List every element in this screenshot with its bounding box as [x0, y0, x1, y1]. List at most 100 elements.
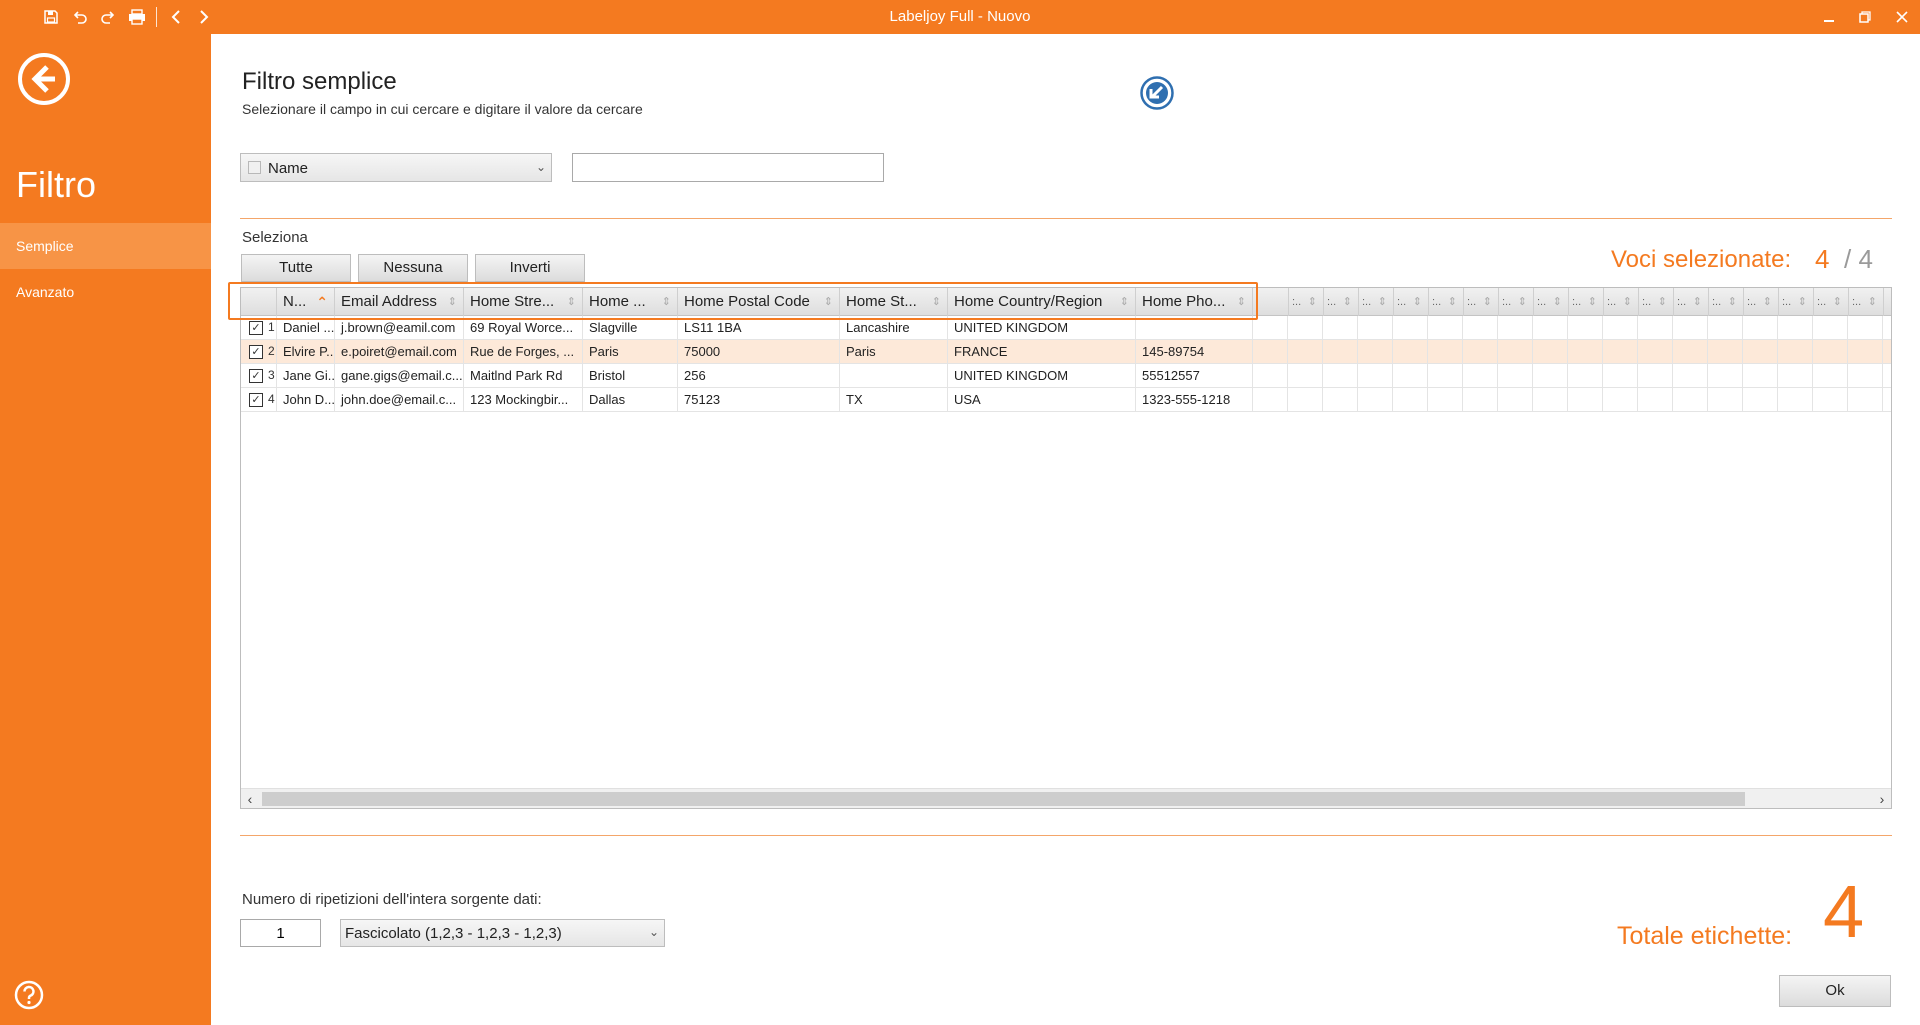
- sidebar-item-semplice[interactable]: Semplice: [0, 223, 211, 269]
- row-select-cell[interactable]: ✓ 1: [241, 316, 277, 340]
- table-row[interactable]: ✓ 1 Daniel ... j.brown@eamil.com 69 Royal…: [241, 316, 1891, 340]
- title-bar: Labeljoy Full - Nuovo: [0, 0, 1920, 34]
- cell-extra: [1638, 364, 1673, 388]
- minimize-icon[interactable]: [1818, 6, 1840, 28]
- column-header-home-phone[interactable]: Home Pho... ⇕: [1136, 288, 1253, 316]
- column-header-extra[interactable]: :.. ⇕: [1779, 288, 1814, 316]
- undo-icon[interactable]: [69, 6, 91, 28]
- repetitions-label: Numero di ripetizioni dell'intera sorgen…: [242, 891, 542, 908]
- cell-extra: [1708, 364, 1743, 388]
- cell-extra: [1533, 388, 1568, 412]
- column-header-label: Home St...: [846, 293, 917, 310]
- row-select-cell[interactable]: ✓ 2: [241, 340, 277, 364]
- cell-extra: [1848, 364, 1883, 388]
- field-select[interactable]: Name ⌄: [240, 153, 552, 182]
- column-header-extra[interactable]: :.. ⇕: [1429, 288, 1464, 316]
- column-header-extra[interactable]: :.. ⇕: [1464, 288, 1499, 316]
- cell-extra: [1568, 364, 1603, 388]
- cell-home-phone: 145-89754: [1136, 340, 1253, 364]
- select-all-button[interactable]: Tutte: [241, 254, 351, 282]
- sort-icon: ⇕: [1377, 296, 1387, 308]
- cell-home-street: 123 Mockingbir...: [464, 388, 583, 412]
- column-header-extra[interactable]: :.. ⇕: [1709, 288, 1744, 316]
- close-icon[interactable]: [1891, 6, 1913, 28]
- records-grid[interactable]: N... ⌃ Email Address ⇕ Home Stre... ⇕ Home …: [240, 287, 1892, 809]
- cell-extra: [1428, 388, 1463, 412]
- back-arrow-icon[interactable]: [17, 52, 71, 106]
- cell-email: gane.gigs@email.c...: [335, 364, 464, 388]
- column-header-home-street[interactable]: Home Stre... ⇕: [464, 288, 583, 316]
- row-select-cell[interactable]: ✓ 3: [241, 364, 277, 388]
- grid-header: N... ⌃ Email Address ⇕ Home Stre... ⇕ Home …: [241, 288, 1891, 316]
- table-row[interactable]: ✓ 3 Jane Gi... gane.gigs@email.c... Maitl…: [241, 364, 1891, 388]
- cell-extra: [1603, 388, 1638, 412]
- redo-icon[interactable]: [97, 6, 119, 28]
- column-header-extra[interactable]: :.. ⇕: [1359, 288, 1394, 316]
- row-checkbox[interactable]: ✓: [249, 369, 263, 383]
- repetitions-input[interactable]: [240, 919, 321, 947]
- cell-extra: [1533, 340, 1568, 364]
- row-select-cell[interactable]: ✓ 4: [241, 388, 277, 412]
- chevron-down-icon: ⌄: [535, 160, 546, 174]
- total-labels-label: Totale etichette:: [1617, 922, 1793, 950]
- column-header-extra[interactable]: :.. ⇕: [1744, 288, 1779, 316]
- sidebar-item-avanzato[interactable]: Avanzato: [0, 269, 211, 315]
- cell-extra: [1498, 364, 1533, 388]
- cell-extra: [1498, 388, 1533, 412]
- column-header-label: :..: [1572, 296, 1582, 308]
- row-checkbox[interactable]: ✓: [249, 345, 263, 359]
- horizontal-scrollbar[interactable]: ‹ ›: [241, 788, 1891, 808]
- select-none-button[interactable]: Nessuna: [358, 254, 468, 282]
- search-input[interactable]: [572, 153, 884, 182]
- row-number: 3: [268, 368, 275, 382]
- cell-extra: [1743, 340, 1778, 364]
- column-header-extra[interactable]: :.. ⇕: [1324, 288, 1359, 316]
- column-header-extra[interactable]: :.. ⇕: [1499, 288, 1534, 316]
- scroll-left-icon[interactable]: ‹: [241, 789, 259, 808]
- cell-email: e.poiret@email.com: [335, 340, 464, 364]
- save-icon[interactable]: [40, 6, 62, 28]
- selection-label: Seleziona: [242, 229, 308, 246]
- sort-icon: ⇕: [1342, 296, 1352, 308]
- cell-extra: [1638, 340, 1673, 364]
- sort-icon: ⇕: [1236, 296, 1246, 308]
- cell-home-state: [840, 364, 948, 388]
- column-header-extra[interactable]: :.. ⇕: [1674, 288, 1709, 316]
- scrollbar-thumb[interactable]: [262, 792, 1745, 806]
- cell-home-street: Maitlnd Park Rd: [464, 364, 583, 388]
- cell-extra: [1813, 364, 1848, 388]
- table-row[interactable]: ✓ 4 John D... john.doe@email.c... 123 Moc…: [241, 388, 1891, 412]
- row-checkbox[interactable]: ✓: [249, 393, 263, 407]
- divider: [240, 835, 1892, 836]
- ok-button[interactable]: Ok: [1779, 975, 1891, 1007]
- invert-selection-button[interactable]: Inverti: [475, 254, 585, 282]
- scroll-right-icon[interactable]: ›: [1873, 789, 1891, 808]
- column-header-extra[interactable]: :.. ⇕: [1604, 288, 1639, 316]
- column-header-extra[interactable]: :.. ⇕: [1289, 288, 1324, 316]
- cell-name: Elvire P...: [277, 340, 335, 364]
- column-header-name[interactable]: N... ⌃: [277, 288, 335, 316]
- table-row[interactable]: ✓ 2 Elvire P... e.poiret@email.com Rue de…: [241, 340, 1891, 364]
- column-header-extra[interactable]: :.. ⇕: [1534, 288, 1569, 316]
- restore-icon[interactable]: [1854, 6, 1876, 28]
- help-icon[interactable]: [14, 980, 44, 1010]
- column-header-email[interactable]: Email Address ⇕: [335, 288, 464, 316]
- row-checkbox[interactable]: ✓: [249, 321, 263, 335]
- column-header-home-city[interactable]: Home ... ⇕: [583, 288, 678, 316]
- column-header-home-postal-code[interactable]: Home Postal Code ⇕: [678, 288, 840, 316]
- arrow-left-icon[interactable]: [165, 6, 187, 28]
- cell-home-city: Dallas: [583, 388, 678, 412]
- collate-select[interactable]: Fascicolato (1,2,3 - 1,2,3 - 1,2,3) ⌄: [340, 919, 665, 947]
- column-header-extra[interactable]: :.. ⇕: [1814, 288, 1849, 316]
- cell-extra: [1673, 388, 1708, 412]
- sort-icon: ⇕: [1552, 296, 1562, 308]
- arrow-right-icon[interactable]: [193, 6, 215, 28]
- reset-filter-icon[interactable]: [1139, 75, 1175, 111]
- column-header-extra[interactable]: :.. ⇕: [1569, 288, 1604, 316]
- column-header-home-country[interactable]: Home Country/Region ⇕: [948, 288, 1136, 316]
- column-header-extra[interactable]: :.. ⇕: [1849, 288, 1884, 316]
- column-header-home-state[interactable]: Home St... ⇕: [840, 288, 948, 316]
- print-icon[interactable]: [126, 6, 148, 28]
- column-header-extra[interactable]: :.. ⇕: [1394, 288, 1429, 316]
- column-header-extra[interactable]: :.. ⇕: [1639, 288, 1674, 316]
